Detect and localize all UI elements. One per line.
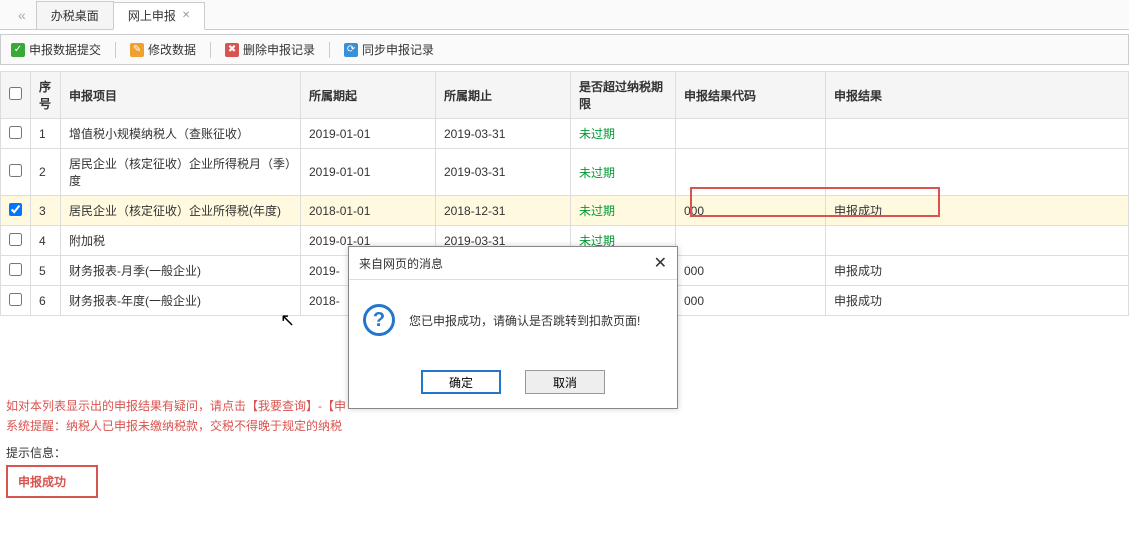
collapse-icon[interactable]: «	[8, 7, 36, 23]
cell-code	[676, 149, 826, 196]
toolbar-label: 申报数据提交	[29, 41, 101, 58]
submit-button[interactable]: ✓ 申报数据提交	[11, 41, 101, 58]
close-icon[interactable]: ✕	[182, 10, 190, 21]
question-icon: ?	[363, 304, 395, 336]
col-code: 申报结果代码	[676, 72, 826, 119]
toolbar: ✓ 申报数据提交 ✎ 修改数据 ✖ 删除申报记录 ⟳ 同步申报记录	[0, 34, 1129, 65]
cell-over: 未过期	[571, 149, 676, 196]
table-row[interactable]: 1增值税小规模纳税人（查账征收）2019-01-012019-03-31未过期	[1, 119, 1129, 149]
delete-icon: ✖	[225, 43, 239, 57]
col-start: 所属期起	[301, 72, 436, 119]
hint-value: 申报成功	[6, 465, 98, 498]
cell-result: 申报成功	[826, 256, 1129, 286]
select-all-checkbox[interactable]	[9, 87, 22, 100]
row-checkbox[interactable]	[9, 203, 22, 216]
col-seq: 序号	[31, 72, 61, 119]
cell-seq: 1	[31, 119, 61, 149]
cell-seq: 2	[31, 149, 61, 196]
ok-button[interactable]: 确定	[421, 370, 501, 394]
cell-code: 000	[676, 196, 826, 226]
cell-end: 2019-03-31	[436, 149, 571, 196]
tab-bar: « 办税桌面 网上申报 ✕	[0, 0, 1129, 30]
tab-desktop[interactable]: 办税桌面	[36, 1, 114, 29]
row-checkbox[interactable]	[9, 126, 22, 139]
toolbar-label: 修改数据	[148, 41, 196, 58]
cell-seq: 3	[31, 196, 61, 226]
cell-seq: 5	[31, 256, 61, 286]
cell-code: 000	[676, 286, 826, 316]
col-result: 申报结果	[826, 72, 1129, 119]
cell-code	[676, 226, 826, 256]
note-line: 系统提醒：纳税人已申报未缴纳税款，交税不得晚于规定的纳税	[6, 416, 1129, 436]
cell-result: 申报成功	[826, 286, 1129, 316]
cell-seq: 6	[31, 286, 61, 316]
row-checkbox[interactable]	[9, 233, 22, 246]
cell-code: 000	[676, 256, 826, 286]
delete-button[interactable]: ✖ 删除申报记录	[225, 41, 315, 58]
cell-result	[826, 226, 1129, 256]
cell-end: 2018-12-31	[436, 196, 571, 226]
cell-start: 2019-01-01	[301, 119, 436, 149]
row-checkbox[interactable]	[9, 164, 22, 177]
toolbar-label: 删除申报记录	[243, 41, 315, 58]
cell-result	[826, 149, 1129, 196]
cell-item: 财务报表-年度(一般企业)	[61, 286, 301, 316]
cell-start: 2019-01-01	[301, 149, 436, 196]
cell-over: 未过期	[571, 119, 676, 149]
dialog-header: 来自网页的消息 ✕	[349, 247, 677, 280]
sync-button[interactable]: ⟳ 同步申报记录	[344, 41, 434, 58]
sync-icon: ⟳	[344, 43, 358, 57]
tab-label: 网上申报	[128, 7, 176, 24]
table-row[interactable]: 3居民企业（核定征收）企业所得税(年度)2018-01-012018-12-31…	[1, 196, 1129, 226]
close-icon[interactable]: ✕	[654, 253, 667, 273]
cancel-button[interactable]: 取消	[525, 370, 605, 394]
dialog-body: ? 您已申报成功，请确认是否跳转到扣款页面!	[349, 280, 677, 360]
modify-button[interactable]: ✎ 修改数据	[130, 41, 196, 58]
cell-item: 增值税小规模纳税人（查账征收）	[61, 119, 301, 149]
table-header-row: 序号 申报项目 所属期起 所属期止 是否超过纳税期限 申报结果代码 申报结果	[1, 72, 1129, 119]
row-checkbox[interactable]	[9, 293, 22, 306]
cell-item: 居民企业（核定征收）企业所得税月（季）度	[61, 149, 301, 196]
row-checkbox[interactable]	[9, 263, 22, 276]
dialog-title: 来自网页的消息	[359, 255, 443, 272]
confirm-dialog: 来自网页的消息 ✕ ? 您已申报成功，请确认是否跳转到扣款页面! 确定 取消	[348, 246, 678, 409]
cell-end: 2019-03-31	[436, 119, 571, 149]
cell-code	[676, 119, 826, 149]
cell-seq: 4	[31, 226, 61, 256]
dialog-message: 您已申报成功，请确认是否跳转到扣款页面!	[409, 312, 640, 329]
toolbar-label: 同步申报记录	[362, 41, 434, 58]
divider	[210, 42, 211, 58]
cell-result	[826, 119, 1129, 149]
cell-result: 申报成功	[826, 196, 1129, 226]
cell-item: 附加税	[61, 226, 301, 256]
tab-online-report[interactable]: 网上申报 ✕	[113, 2, 205, 30]
edit-icon: ✎	[130, 43, 144, 57]
divider	[329, 42, 330, 58]
col-end: 所属期止	[436, 72, 571, 119]
divider	[115, 42, 116, 58]
check-icon: ✓	[11, 43, 25, 57]
col-over: 是否超过纳税期限	[571, 72, 676, 119]
table-row[interactable]: 2居民企业（核定征收）企业所得税月（季）度2019-01-012019-03-3…	[1, 149, 1129, 196]
hint-label: 提示信息：	[0, 444, 1129, 461]
cell-item: 财务报表-月季(一般企业)	[61, 256, 301, 286]
dialog-footer: 确定 取消	[349, 360, 677, 408]
tab-label: 办税桌面	[51, 7, 99, 24]
cell-over: 未过期	[571, 196, 676, 226]
col-item: 申报项目	[61, 72, 301, 119]
cell-start: 2018-01-01	[301, 196, 436, 226]
cell-item: 居民企业（核定征收）企业所得税(年度)	[61, 196, 301, 226]
